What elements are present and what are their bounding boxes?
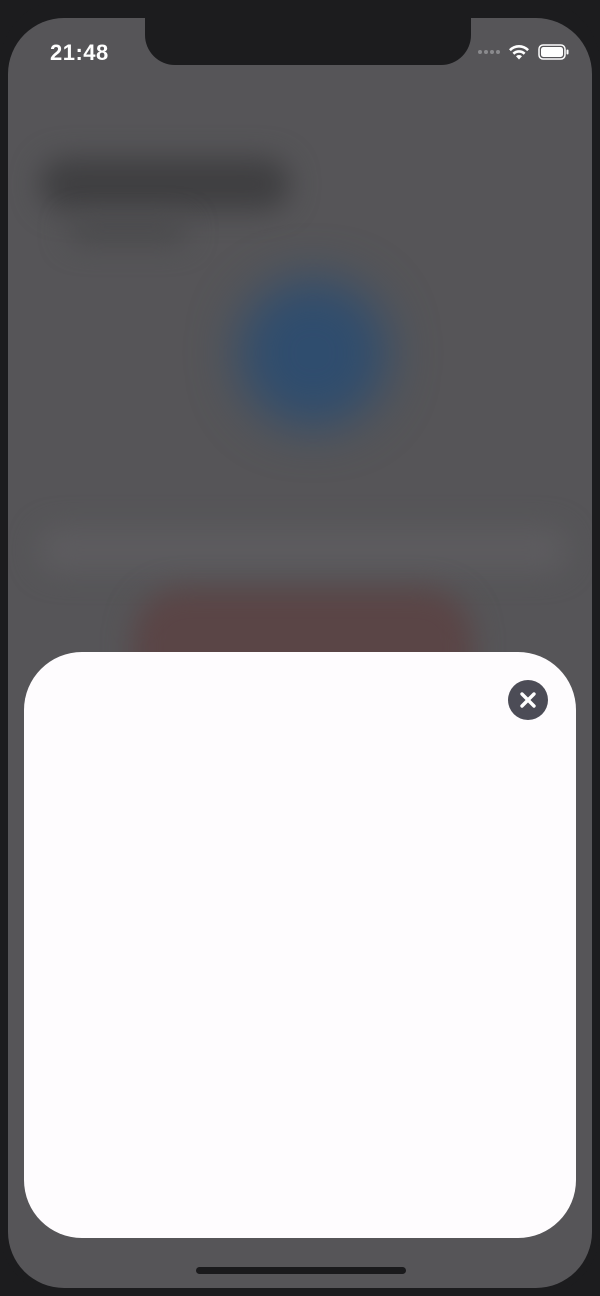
battery-icon — [538, 44, 569, 60]
signal-dots-icon — [478, 50, 500, 54]
blurred-field — [38, 528, 568, 572]
status-time: 21:48 — [50, 40, 109, 65]
close-button[interactable] — [508, 680, 548, 720]
notch — [145, 18, 471, 65]
screen: 21:48 — [8, 18, 592, 1288]
close-icon — [520, 692, 536, 708]
modal-sheet — [24, 652, 576, 1238]
home-indicator[interactable] — [196, 1267, 406, 1274]
wifi-icon — [509, 44, 529, 60]
blurred-subtitle — [68, 218, 188, 244]
device-frame: 21:48 — [0, 0, 600, 1296]
blurred-avatar — [238, 278, 388, 428]
status-icons — [478, 42, 570, 62]
blurred-title — [40, 158, 290, 210]
